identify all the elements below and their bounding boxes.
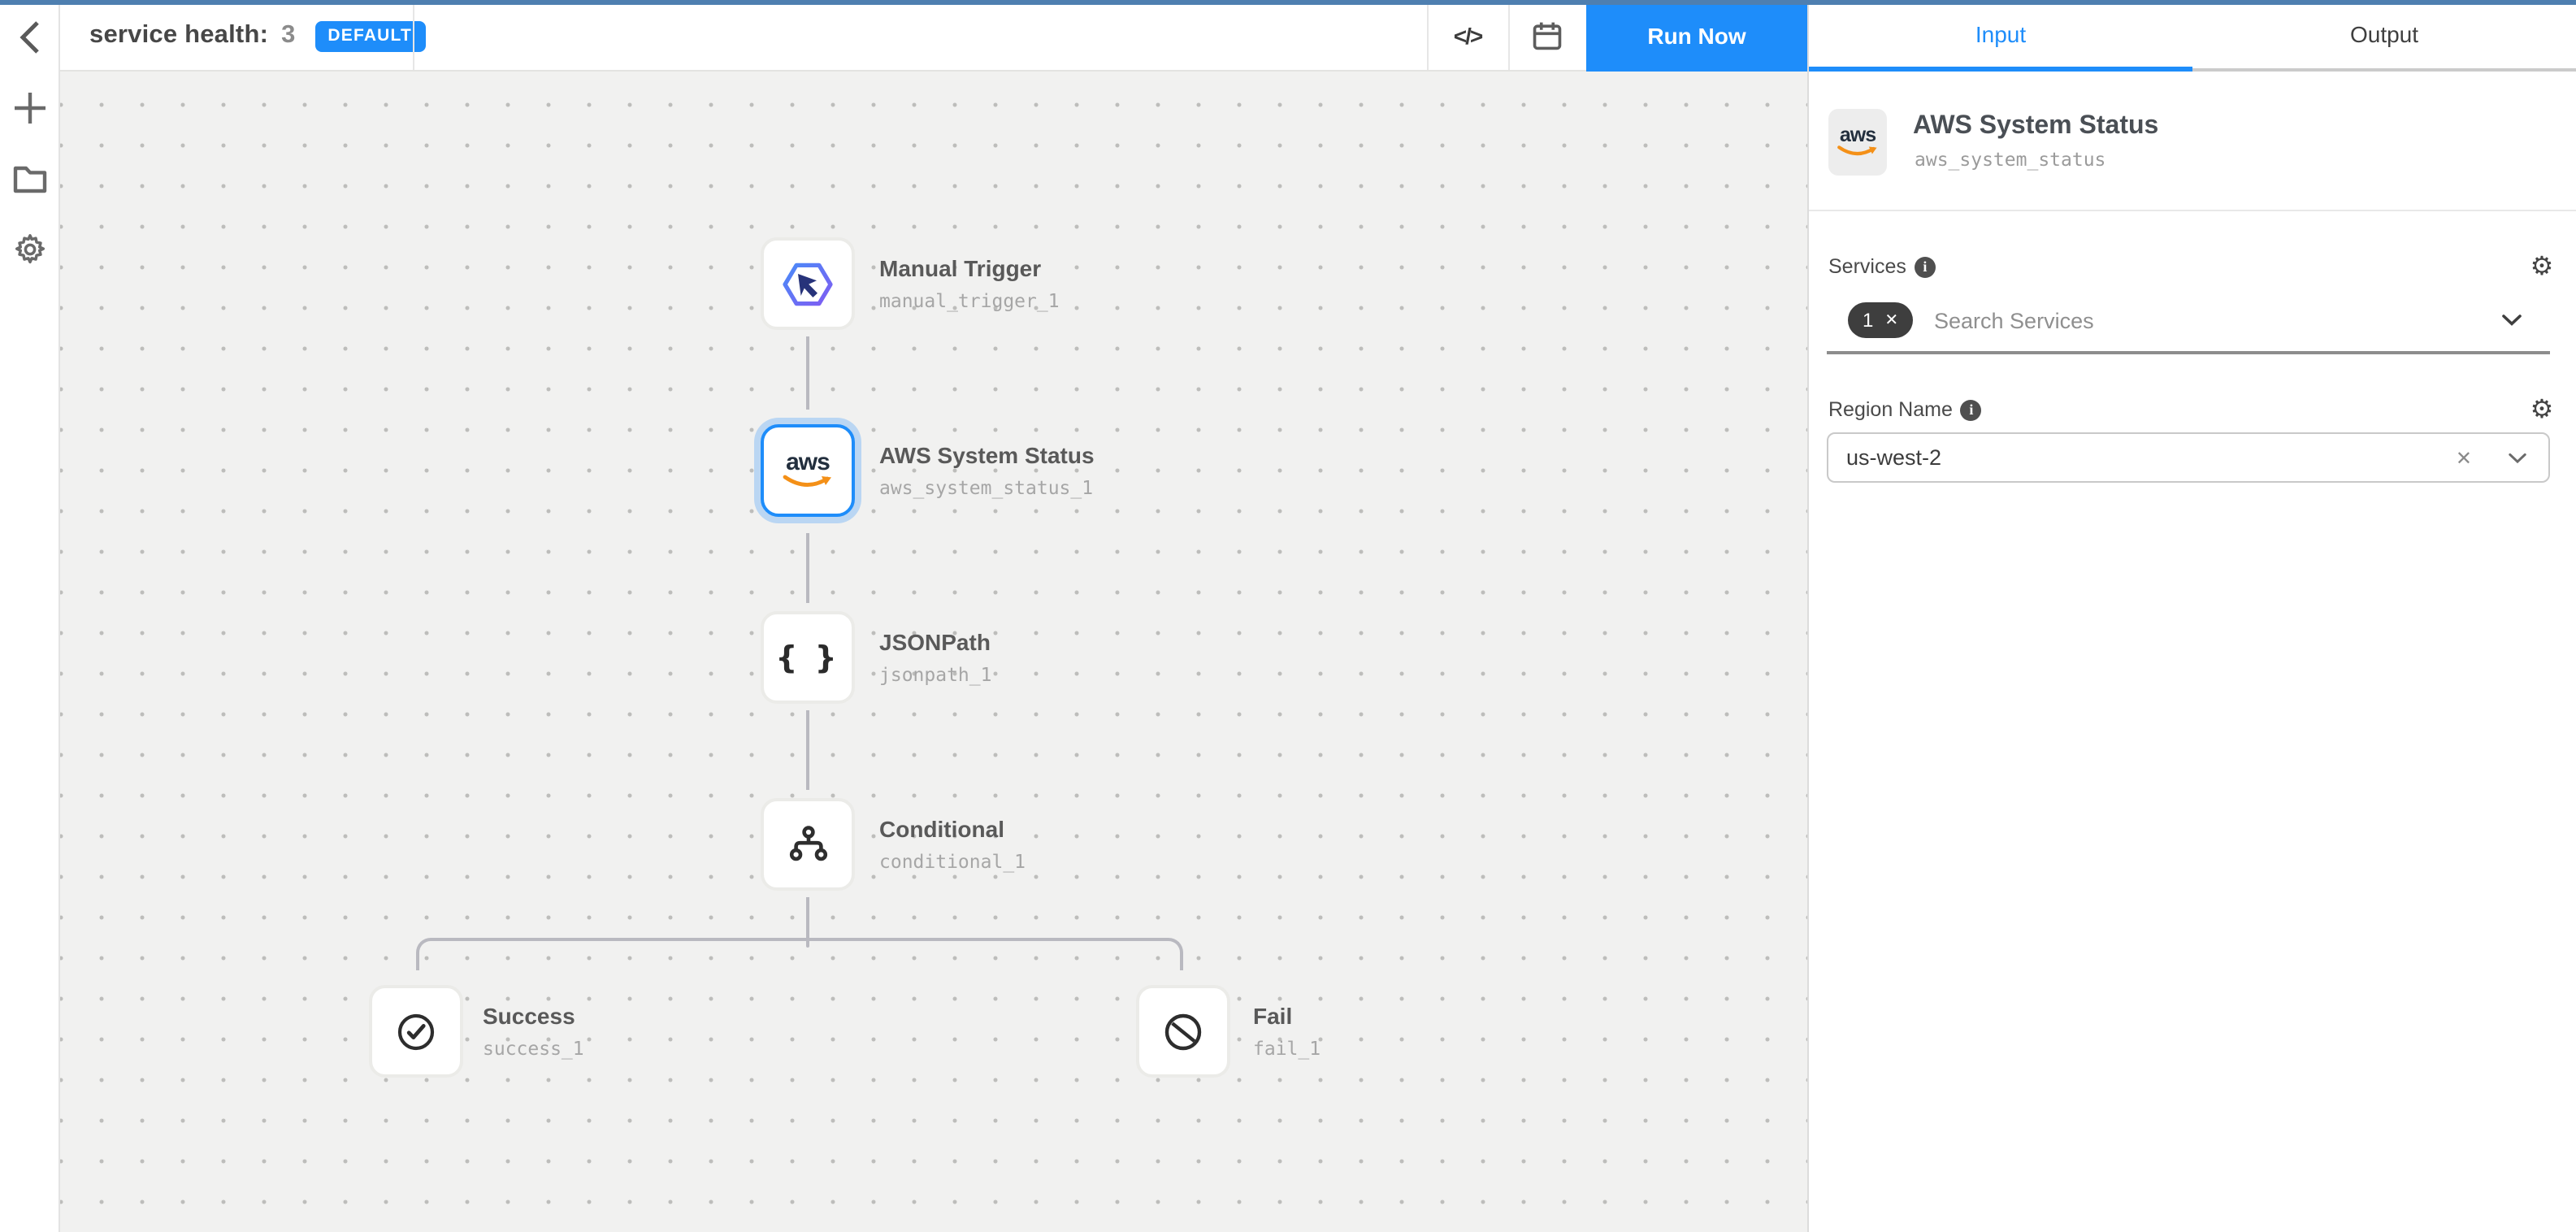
node-success[interactable]	[369, 985, 463, 1078]
node-label: Fail	[1253, 1003, 1292, 1029]
app-window: Manual Trigger manual_trigger_1 aws AWS …	[0, 0, 2576, 1232]
settings-button[interactable]	[0, 221, 60, 276]
aws-logo-text: aws	[1840, 125, 1876, 145]
tab-output[interactable]: Output	[2192, 0, 2576, 68]
node-conditional[interactable]	[761, 798, 855, 891]
schedule-button[interactable]	[1508, 0, 1586, 70]
gear-icon	[13, 232, 47, 266]
tab-input[interactable]: Input	[1809, 0, 2192, 68]
run-now-button[interactable]: Run Now	[1586, 0, 1807, 72]
playbook-version: 3	[281, 21, 295, 50]
code-icon: </>	[1454, 22, 1482, 48]
aws-logo-text: aws	[786, 450, 830, 475]
services-label: Services i	[1828, 255, 1936, 278]
region-clear-icon[interactable]: ✕	[2456, 446, 2472, 469]
node-sublabel: jsonpath_1	[879, 663, 992, 686]
panel-node-title: AWS System Status	[1913, 112, 2158, 141]
node-sublabel: manual_trigger_1	[879, 289, 1060, 312]
calendar-icon	[1531, 19, 1563, 51]
check-circle-icon	[395, 1010, 437, 1052]
default-badge: DEFAULT	[314, 20, 425, 51]
services-label-text: Services	[1828, 255, 1906, 278]
connector-line	[805, 710, 809, 790]
code-view-button[interactable]: </>	[1427, 0, 1508, 70]
services-select-underline	[1827, 351, 2550, 354]
node-sublabel: aws_system_status_1	[879, 476, 1093, 499]
services-chevron-down-icon[interactable]	[2501, 314, 2522, 327]
io-tabs: Input Output	[1809, 0, 2576, 72]
header-bar: service health: 3 DEFAULT </> Run Now	[60, 0, 1807, 72]
info-icon[interactable]: i	[1915, 256, 1936, 277]
node-sublabel: fail_1	[1253, 1037, 1321, 1060]
node-aws-system-status[interactable]: aws	[761, 424, 855, 517]
branch-bracket	[416, 938, 1183, 970]
region-select[interactable]: ✕	[1827, 432, 2550, 483]
region-label: Region Name i	[1828, 398, 1982, 421]
region-value-input[interactable]	[1846, 445, 2456, 470]
chip-count: 1	[1863, 309, 1873, 332]
connector-line	[805, 533, 809, 603]
projects-button[interactable]	[0, 151, 60, 206]
aws-logo-icon: aws	[1837, 125, 1879, 160]
node-label: Success	[483, 1003, 575, 1029]
left-toolbar	[0, 0, 60, 1232]
connector-line	[805, 336, 809, 410]
folder-icon	[13, 165, 47, 193]
divider	[1809, 210, 2576, 211]
node-sublabel: conditional_1	[879, 850, 1026, 873]
back-chevron-icon	[18, 20, 42, 55]
services-settings-gear-icon[interactable]: ⚙	[2527, 254, 2556, 283]
services-search-input[interactable]: Search Services	[1934, 309, 2094, 333]
add-button[interactable]	[0, 80, 60, 135]
header-divider	[413, 0, 414, 70]
block-icon	[1162, 1010, 1204, 1052]
node-config-panel: Input Output aws AWS System Status aws_s…	[1807, 0, 2576, 1232]
back-button[interactable]	[0, 10, 60, 65]
node-jsonpath[interactable]: { }	[761, 611, 855, 704]
node-label: Manual Trigger	[879, 255, 1041, 281]
branch-icon	[786, 823, 830, 865]
node-manual-trigger[interactable]	[761, 237, 855, 330]
panel-node-sublabel: aws_system_status	[1915, 148, 2105, 171]
info-icon[interactable]: i	[1961, 399, 1982, 420]
node-label: JSONPath	[879, 629, 991, 655]
node-icon-tile: aws	[1828, 109, 1887, 176]
region-chevron-down-icon[interactable]	[2508, 451, 2527, 464]
node-label: Conditional	[879, 816, 1004, 842]
region-settings-gear-icon[interactable]: ⚙	[2527, 397, 2556, 426]
services-count-chip[interactable]: 1 ✕	[1848, 302, 1913, 338]
node-label: AWS System Status	[879, 442, 1095, 468]
aws-logo-icon: aws	[782, 450, 834, 491]
plus-icon	[13, 90, 47, 124]
node-fail[interactable]	[1136, 985, 1230, 1078]
chip-close-icon[interactable]: ✕	[1884, 311, 1898, 329]
playbook-title: service health:	[89, 21, 268, 50]
top-accent-strip	[0, 0, 2576, 4]
cursor-hexagon-icon	[778, 258, 837, 310]
braces-icon: { }	[775, 640, 839, 675]
node-sublabel: success_1	[483, 1037, 584, 1060]
region-label-text: Region Name	[1828, 398, 1953, 421]
